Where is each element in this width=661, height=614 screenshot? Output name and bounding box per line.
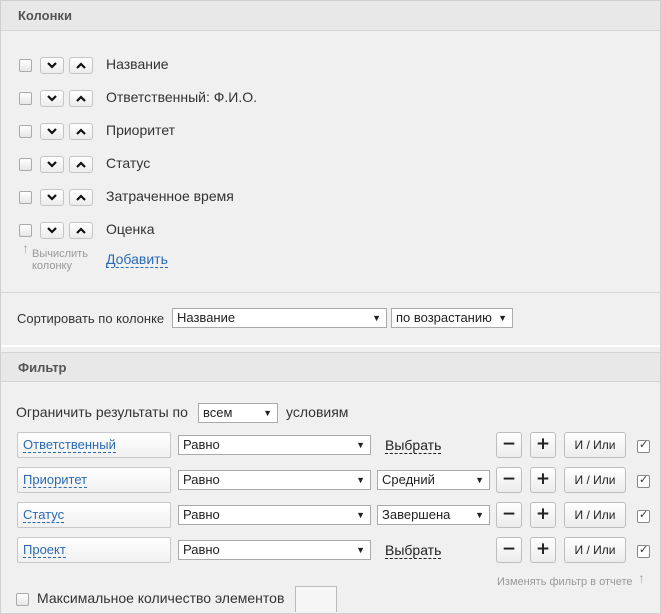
move-up-button[interactable] — [69, 57, 93, 74]
chevron-up-icon — [76, 194, 86, 201]
chevron-up-icon — [76, 62, 86, 69]
limit-prefix: Ограничить результаты по — [16, 404, 188, 420]
filter-field-label[interactable]: Проект — [23, 542, 66, 558]
sort-order-select[interactable]: по возрастанию ▼ — [391, 308, 513, 328]
filter-operator-select[interactable]: Равно ▼ — [178, 505, 371, 525]
calc-column-hint[interactable]: Вычислить колонку — [32, 248, 88, 272]
move-down-button[interactable] — [40, 222, 64, 239]
add-condition-button[interactable]: + — [530, 502, 556, 528]
chevron-up-icon — [76, 128, 86, 135]
condition-enabled-checkbox[interactable] — [637, 543, 650, 558]
filter-field-label[interactable]: Статус — [23, 507, 65, 523]
filter-value-select[interactable]: Завершена ▼ — [377, 505, 490, 525]
filter-operator-select[interactable]: Равно ▼ — [178, 470, 371, 490]
chevron-down-icon — [47, 128, 57, 135]
column-checkbox[interactable] — [19, 59, 32, 72]
dropdown-caret-icon: ▼ — [498, 313, 507, 323]
chevron-down-icon — [47, 194, 57, 201]
max-items-checkbox[interactable] — [16, 593, 29, 606]
filter-field-button[interactable]: Приоритет — [17, 467, 171, 493]
and-or-button[interactable]: И / Или — [564, 432, 626, 458]
column-label: Название — [106, 56, 169, 72]
remove-condition-button[interactable]: − — [496, 432, 522, 458]
column-checkbox[interactable] — [19, 158, 32, 171]
and-or-button[interactable]: И / Или — [564, 537, 626, 563]
column-label: Ответственный: Ф.И.О. — [106, 89, 258, 105]
condition-enabled-checkbox[interactable] — [637, 508, 650, 523]
column-label: Статус — [106, 155, 151, 171]
chevron-down-icon — [47, 227, 57, 234]
arrow-up-icon: ↑ — [22, 240, 29, 256]
column-label: Приоритет — [106, 122, 176, 138]
column-checkbox[interactable] — [19, 125, 32, 138]
chevron-down-icon — [47, 95, 57, 102]
filter-operator-select[interactable]: Равно ▼ — [178, 540, 371, 560]
column-checkbox[interactable] — [19, 191, 32, 204]
dropdown-caret-icon: ▼ — [356, 475, 365, 485]
add-condition-button[interactable]: + — [530, 537, 556, 563]
chevron-down-icon — [47, 161, 57, 168]
dropdown-caret-icon: ▼ — [263, 408, 272, 418]
column-checkbox[interactable] — [19, 224, 32, 237]
limit-select[interactable]: всем ▼ — [198, 403, 278, 423]
chevron-up-icon — [76, 227, 86, 234]
sort-column-select[interactable]: Название ▼ — [172, 308, 387, 328]
remove-condition-button[interactable]: − — [496, 502, 522, 528]
add-condition-button[interactable]: + — [530, 432, 556, 458]
column-label: Оценка — [106, 221, 155, 237]
filter-field-button[interactable]: Статус — [17, 502, 171, 528]
column-checkbox[interactable] — [19, 92, 32, 105]
filter-field-button[interactable]: Ответственный — [17, 432, 171, 458]
chevron-up-icon — [76, 95, 86, 102]
dropdown-caret-icon: ▼ — [356, 510, 365, 520]
condition-enabled-checkbox[interactable] — [637, 438, 650, 453]
move-up-button[interactable] — [69, 222, 93, 239]
max-items-input[interactable] — [295, 586, 337, 612]
sort-label: Сортировать по колонке — [17, 311, 165, 326]
move-up-button[interactable] — [69, 123, 93, 140]
dropdown-caret-icon: ▼ — [372, 313, 381, 323]
move-down-button[interactable] — [40, 156, 64, 173]
filter-pick-link[interactable]: Выбрать — [385, 542, 442, 559]
and-or-button[interactable]: И / Или — [564, 467, 626, 493]
move-up-button[interactable] — [69, 189, 93, 206]
chevron-down-icon — [47, 62, 57, 69]
remove-condition-button[interactable]: − — [496, 467, 522, 493]
dropdown-caret-icon: ▼ — [475, 510, 484, 520]
filter-value-select[interactable]: Средний ▼ — [377, 470, 490, 490]
dropdown-caret-icon: ▼ — [475, 475, 484, 485]
add-condition-button[interactable]: + — [530, 467, 556, 493]
condition-enabled-checkbox[interactable] — [637, 473, 650, 488]
filter-section-header: Фильтр — [1, 352, 660, 382]
move-up-button[interactable] — [69, 156, 93, 173]
filter-field-button[interactable]: Проект — [17, 537, 171, 563]
divider — [1, 292, 660, 293]
move-up-button[interactable] — [69, 90, 93, 107]
dropdown-caret-icon: ▼ — [356, 440, 365, 450]
filter-field-label[interactable]: Ответственный — [23, 437, 116, 453]
move-down-button[interactable] — [40, 90, 64, 107]
columns-section-header: Колонки — [1, 1, 660, 31]
filter-field-label[interactable]: Приоритет — [23, 472, 88, 488]
dropdown-caret-icon: ▼ — [356, 545, 365, 555]
move-down-button[interactable] — [40, 57, 64, 74]
chevron-up-icon — [76, 161, 86, 168]
arrow-up-icon: ↑ — [638, 570, 645, 586]
divider — [1, 345, 660, 347]
filter-section-title: Фильтр — [18, 360, 67, 375]
filter-pick-link[interactable]: Выбрать — [385, 437, 442, 454]
columns-section-title: Колонки — [18, 8, 72, 23]
move-down-button[interactable] — [40, 189, 64, 206]
move-down-button[interactable] — [40, 123, 64, 140]
and-or-button[interactable]: И / Или — [564, 502, 626, 528]
change-filter-hint[interactable]: Изменять фильтр в отчете — [497, 576, 633, 588]
max-items-label: Максимальное количество элементов — [37, 590, 285, 606]
add-column-link[interactable]: Добавить — [106, 252, 168, 268]
column-label: Затраченное время — [106, 188, 234, 204]
remove-condition-button[interactable]: − — [496, 537, 522, 563]
limit-suffix: условиям — [286, 404, 349, 420]
filter-operator-select[interactable]: Равно ▼ — [178, 435, 371, 455]
